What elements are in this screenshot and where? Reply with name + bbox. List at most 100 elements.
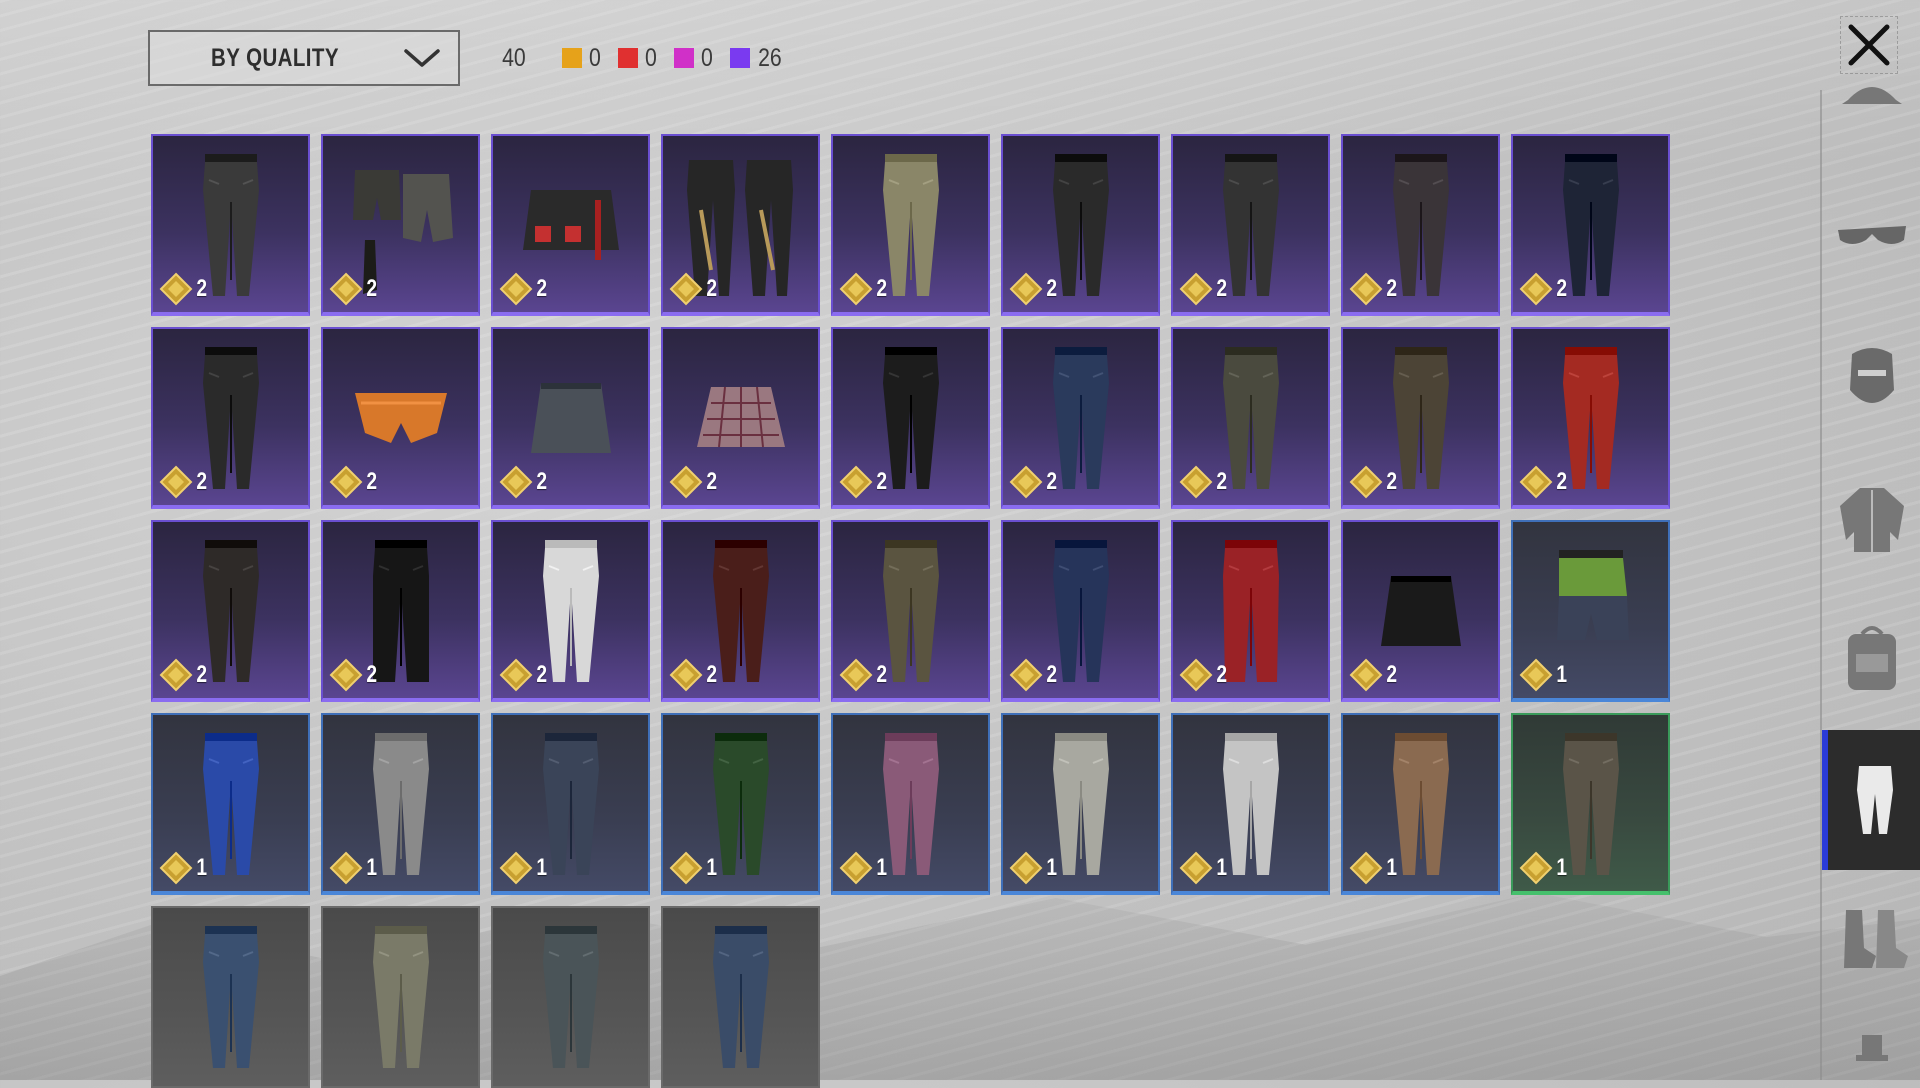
pants-item-icon [542,926,599,1068]
item-count: 2 [1556,275,1568,302]
rank-diamond-icon [1519,465,1553,499]
item-slot[interactable]: 2 [491,134,650,316]
item-slot[interactable]: 2 [1001,520,1160,702]
pants-icon [1857,766,1893,834]
item-slot[interactable]: 1 [1511,520,1670,702]
item-slot[interactable]: 2 [1171,520,1330,702]
rank-diamond-icon [1179,658,1213,692]
category-tab-pants[interactable] [1822,730,1920,870]
item-slot[interactable]: 1 [661,713,820,895]
item-count: 2 [1216,275,1228,302]
item-count: 2 [536,275,548,302]
item-count-badge: 2 [1519,465,1568,499]
sort-dropdown[interactable]: BY QUALITY [148,30,460,86]
rank-diamond-icon [1349,851,1383,885]
rank-diamond-icon [839,272,873,306]
rank-diamond-icon [499,272,533,306]
item-slot[interactable] [661,906,820,1088]
item-slot[interactable]: 2 [1341,520,1500,702]
item-count-badge: 1 [1349,851,1398,885]
item-count: 2 [366,275,378,302]
category-tab-eyewear[interactable] [1822,170,1920,310]
item-slot[interactable]: 1 [1171,713,1330,895]
item-slot[interactable] [491,906,650,1088]
swatch-pink [673,48,694,68]
item-count: 2 [706,275,718,302]
item-slot[interactable]: 1 [491,713,650,895]
pants-item-icon [712,926,769,1068]
item-count-badge: 2 [159,658,208,692]
rank-diamond-icon [329,272,363,306]
item-slot[interactable]: 2 [151,327,310,509]
item-count: 2 [1046,661,1058,688]
item-slot[interactable]: 2 [661,327,820,509]
item-slot[interactable]: 1 [1341,713,1500,895]
rank-diamond-icon [1179,465,1213,499]
item-slot[interactable]: 2 [491,327,650,509]
item-slot[interactable]: 2 [151,520,310,702]
item-slot[interactable]: 2 [1341,134,1500,316]
item-slot[interactable]: 1 [151,713,310,895]
item-slot[interactable]: 2 [831,134,990,316]
category-tab-backpack[interactable] [1822,590,1920,730]
item-slot[interactable]: 2 [1341,327,1500,509]
category-tab-shoes[interactable] [1822,870,1920,1010]
rank-diamond-icon [1349,272,1383,306]
item-count: 2 [1556,468,1568,495]
item-slot[interactable]: 2 [831,327,990,509]
count-epic-red: 0 [617,44,658,73]
item-slot[interactable]: 1 [1001,713,1160,895]
item-slot[interactable]: 1 [1511,713,1670,895]
item-slot[interactable]: 2 [321,134,480,316]
item-slot[interactable]: 2 [1171,327,1330,509]
item-count: 1 [196,854,208,881]
item-count: 2 [366,468,378,495]
category-tab-mask[interactable] [1822,310,1920,450]
item-count: 2 [1386,661,1398,688]
item-count: 2 [366,661,378,688]
swatch-red [617,48,638,68]
item-count: 1 [1556,854,1568,881]
item-slot[interactable]: 2 [151,134,310,316]
item-slot[interactable]: 2 [321,520,480,702]
item-count: 1 [876,854,888,881]
item-slot[interactable]: 2 [321,327,480,509]
item-count: 2 [1046,468,1058,495]
rank-diamond-icon [839,465,873,499]
item-count: 2 [1386,468,1398,495]
item-slot[interactable]: 1 [831,713,990,895]
mask-icon [1850,348,1894,403]
rank-diamond-icon [159,272,193,306]
item-slot[interactable]: 2 [661,134,820,316]
item-slot[interactable]: 2 [1001,134,1160,316]
item-count: 2 [876,661,888,688]
chevron-down-icon [404,49,440,67]
cap-icon [1842,87,1902,104]
count-purple: 26 [729,43,784,73]
category-tab-more[interactable] [1822,1010,1920,1080]
item-slot[interactable]: 2 [1171,134,1330,316]
item-slot[interactable] [321,906,480,1088]
item-slot[interactable]: 2 [1001,327,1160,509]
item-count-badge: 2 [499,465,548,499]
item-count: 2 [196,275,208,302]
item-slot[interactable]: 2 [661,520,820,702]
item-slot[interactable] [151,906,310,1088]
count-purple-value: 26 [757,43,782,72]
rank-diamond-icon [499,851,533,885]
item-slot[interactable]: 2 [1511,134,1670,316]
backpack-icon [1848,626,1896,690]
category-tab-headwear[interactable] [1822,30,1920,170]
item-slot[interactable]: 2 [1511,327,1670,509]
item-count-badge: 1 [839,851,888,885]
category-tab-top[interactable] [1822,450,1920,590]
item-slot[interactable]: 1 [321,713,480,895]
item-count-badge: 1 [669,851,718,885]
rank-diamond-icon [329,658,363,692]
count-legendary-value: 0 [588,43,601,72]
item-count: 2 [1216,661,1228,688]
item-count: 2 [1386,275,1398,302]
item-count-badge: 2 [159,465,208,499]
item-slot[interactable]: 2 [831,520,990,702]
item-slot[interactable]: 2 [491,520,650,702]
